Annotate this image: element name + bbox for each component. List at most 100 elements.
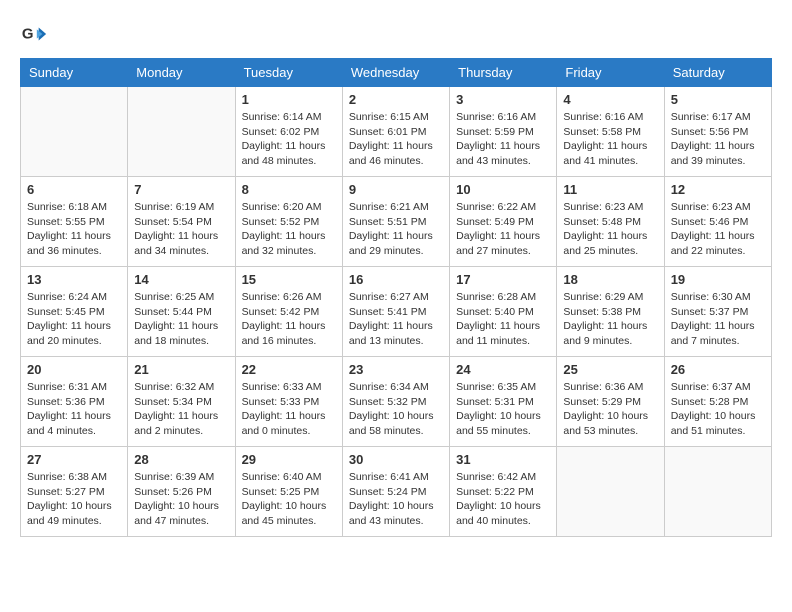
day-info: Sunrise: 6:26 AM Sunset: 5:42 PM Dayligh…	[242, 290, 336, 349]
day-number: 25	[563, 362, 657, 377]
calendar-cell: 28 Sunrise: 6:39 AM Sunset: 5:26 PM Dayli…	[128, 447, 235, 537]
day-info: Sunrise: 6:25 AM Sunset: 5:44 PM Dayligh…	[134, 290, 228, 349]
calendar-cell: 26 Sunrise: 6:37 AM Sunset: 5:28 PM Dayli…	[664, 357, 771, 447]
calendar-cell: 17 Sunrise: 6:28 AM Sunset: 5:40 PM Dayli…	[450, 267, 557, 357]
day-number: 19	[671, 272, 765, 287]
day-number: 1	[242, 92, 336, 107]
calendar-cell: 20 Sunrise: 6:31 AM Sunset: 5:36 PM Dayli…	[21, 357, 128, 447]
day-info: Sunrise: 6:36 AM Sunset: 5:29 PM Dayligh…	[563, 380, 657, 439]
day-info: Sunrise: 6:31 AM Sunset: 5:36 PM Dayligh…	[27, 380, 121, 439]
week-row-3: 13 Sunrise: 6:24 AM Sunset: 5:45 PM Dayli…	[21, 267, 772, 357]
calendar-cell: 2 Sunrise: 6:15 AM Sunset: 6:01 PM Daylig…	[342, 87, 449, 177]
day-number: 21	[134, 362, 228, 377]
logo: G	[20, 20, 52, 48]
day-info: Sunrise: 6:33 AM Sunset: 5:33 PM Dayligh…	[242, 380, 336, 439]
calendar-cell: 1Sunrise: 6:14 AM Sunset: 6:02 PM Daylig…	[235, 87, 342, 177]
day-number: 16	[349, 272, 443, 287]
calendar-cell: 9 Sunrise: 6:21 AM Sunset: 5:51 PM Daylig…	[342, 177, 449, 267]
day-number: 15	[242, 272, 336, 287]
calendar-cell: 31 Sunrise: 6:42 AM Sunset: 5:22 PM Dayli…	[450, 447, 557, 537]
day-info: Sunrise: 6:35 AM Sunset: 5:31 PM Dayligh…	[456, 380, 550, 439]
calendar-cell: 14 Sunrise: 6:25 AM Sunset: 5:44 PM Dayli…	[128, 267, 235, 357]
calendar-cell: 4 Sunrise: 6:16 AM Sunset: 5:58 PM Daylig…	[557, 87, 664, 177]
calendar-cell: 16 Sunrise: 6:27 AM Sunset: 5:41 PM Dayli…	[342, 267, 449, 357]
day-info: Sunrise: 6:19 AM Sunset: 5:54 PM Dayligh…	[134, 200, 228, 259]
day-number: 5	[671, 92, 765, 107]
day-number: 31	[456, 452, 550, 467]
week-row-5: 27 Sunrise: 6:38 AM Sunset: 5:27 PM Dayli…	[21, 447, 772, 537]
week-row-2: 6 Sunrise: 6:18 AM Sunset: 5:55 PM Daylig…	[21, 177, 772, 267]
day-info: Sunrise: 6:40 AM Sunset: 5:25 PM Dayligh…	[242, 470, 336, 529]
weekday-header-monday: Monday	[128, 59, 235, 87]
calendar-cell: 29 Sunrise: 6:40 AM Sunset: 5:25 PM Dayli…	[235, 447, 342, 537]
day-number: 14	[134, 272, 228, 287]
logo-icon: G	[20, 20, 48, 48]
calendar-cell: 5 Sunrise: 6:17 AM Sunset: 5:56 PM Daylig…	[664, 87, 771, 177]
day-number: 29	[242, 452, 336, 467]
day-number: 13	[27, 272, 121, 287]
calendar-cell: 22 Sunrise: 6:33 AM Sunset: 5:33 PM Dayli…	[235, 357, 342, 447]
calendar-cell: 18Sunrise: 6:29 AM Sunset: 5:38 PM Dayli…	[557, 267, 664, 357]
day-number: 4	[563, 92, 657, 107]
calendar-cell: 19 Sunrise: 6:30 AM Sunset: 5:37 PM Dayli…	[664, 267, 771, 357]
day-number: 26	[671, 362, 765, 377]
day-info: Sunrise: 6:27 AM Sunset: 5:41 PM Dayligh…	[349, 290, 443, 349]
day-number: 22	[242, 362, 336, 377]
day-number: 11	[563, 182, 657, 197]
week-row-4: 20 Sunrise: 6:31 AM Sunset: 5:36 PM Dayli…	[21, 357, 772, 447]
day-info: Sunrise: 6:22 AM Sunset: 5:49 PM Dayligh…	[456, 200, 550, 259]
day-info: Sunrise: 6:23 AM Sunset: 5:48 PM Dayligh…	[563, 200, 657, 259]
day-info: Sunrise: 6:18 AM Sunset: 5:55 PM Dayligh…	[27, 200, 121, 259]
calendar-cell: 8Sunrise: 6:20 AM Sunset: 5:52 PM Daylig…	[235, 177, 342, 267]
weekday-header-wednesday: Wednesday	[342, 59, 449, 87]
day-info: Sunrise: 6:17 AM Sunset: 5:56 PM Dayligh…	[671, 110, 765, 169]
week-row-1: 1Sunrise: 6:14 AM Sunset: 6:02 PM Daylig…	[21, 87, 772, 177]
day-number: 12	[671, 182, 765, 197]
day-number: 23	[349, 362, 443, 377]
calendar-cell: 30Sunrise: 6:41 AM Sunset: 5:24 PM Dayli…	[342, 447, 449, 537]
calendar-cell: 12Sunrise: 6:23 AM Sunset: 5:46 PM Dayli…	[664, 177, 771, 267]
day-number: 7	[134, 182, 228, 197]
day-number: 17	[456, 272, 550, 287]
day-info: Sunrise: 6:28 AM Sunset: 5:40 PM Dayligh…	[456, 290, 550, 349]
day-info: Sunrise: 6:24 AM Sunset: 5:45 PM Dayligh…	[27, 290, 121, 349]
day-number: 20	[27, 362, 121, 377]
calendar-cell: 25 Sunrise: 6:36 AM Sunset: 5:29 PM Dayli…	[557, 357, 664, 447]
calendar: SundayMondayTuesdayWednesdayThursdayFrid…	[20, 58, 772, 537]
day-number: 6	[27, 182, 121, 197]
weekday-header-sunday: Sunday	[21, 59, 128, 87]
day-info: Sunrise: 6:42 AM Sunset: 5:22 PM Dayligh…	[456, 470, 550, 529]
day-number: 9	[349, 182, 443, 197]
day-number: 27	[27, 452, 121, 467]
calendar-cell: 7 Sunrise: 6:19 AM Sunset: 5:54 PM Daylig…	[128, 177, 235, 267]
day-number: 10	[456, 182, 550, 197]
day-info: Sunrise: 6:16 AM Sunset: 5:58 PM Dayligh…	[563, 110, 657, 169]
day-info: Sunrise: 6:20 AM Sunset: 5:52 PM Dayligh…	[242, 200, 336, 259]
calendar-cell	[21, 87, 128, 177]
calendar-cell	[664, 447, 771, 537]
svg-text:G: G	[22, 26, 34, 43]
weekday-header-friday: Friday	[557, 59, 664, 87]
weekday-header-row: SundayMondayTuesdayWednesdayThursdayFrid…	[21, 59, 772, 87]
calendar-cell: 6 Sunrise: 6:18 AM Sunset: 5:55 PM Daylig…	[21, 177, 128, 267]
day-number: 2	[349, 92, 443, 107]
weekday-header-saturday: Saturday	[664, 59, 771, 87]
day-info: Sunrise: 6:30 AM Sunset: 5:37 PM Dayligh…	[671, 290, 765, 349]
weekday-header-thursday: Thursday	[450, 59, 557, 87]
day-info: Sunrise: 6:39 AM Sunset: 5:26 PM Dayligh…	[134, 470, 228, 529]
calendar-cell: 13 Sunrise: 6:24 AM Sunset: 5:45 PM Dayli…	[21, 267, 128, 357]
day-number: 18	[563, 272, 657, 287]
day-info: Sunrise: 6:41 AM Sunset: 5:24 PM Dayligh…	[349, 470, 443, 529]
calendar-cell: 23 Sunrise: 6:34 AM Sunset: 5:32 PM Dayli…	[342, 357, 449, 447]
calendar-cell	[557, 447, 664, 537]
calendar-cell	[128, 87, 235, 177]
calendar-cell: 21Sunrise: 6:32 AM Sunset: 5:34 PM Dayli…	[128, 357, 235, 447]
day-info: Sunrise: 6:37 AM Sunset: 5:28 PM Dayligh…	[671, 380, 765, 439]
day-number: 28	[134, 452, 228, 467]
day-info: Sunrise: 6:15 AM Sunset: 6:01 PM Dayligh…	[349, 110, 443, 169]
day-info: Sunrise: 6:38 AM Sunset: 5:27 PM Dayligh…	[27, 470, 121, 529]
calendar-cell: 10 Sunrise: 6:22 AM Sunset: 5:49 PM Dayli…	[450, 177, 557, 267]
calendar-cell: 27 Sunrise: 6:38 AM Sunset: 5:27 PM Dayli…	[21, 447, 128, 537]
day-info: Sunrise: 6:21 AM Sunset: 5:51 PM Dayligh…	[349, 200, 443, 259]
day-info: Sunrise: 6:34 AM Sunset: 5:32 PM Dayligh…	[349, 380, 443, 439]
